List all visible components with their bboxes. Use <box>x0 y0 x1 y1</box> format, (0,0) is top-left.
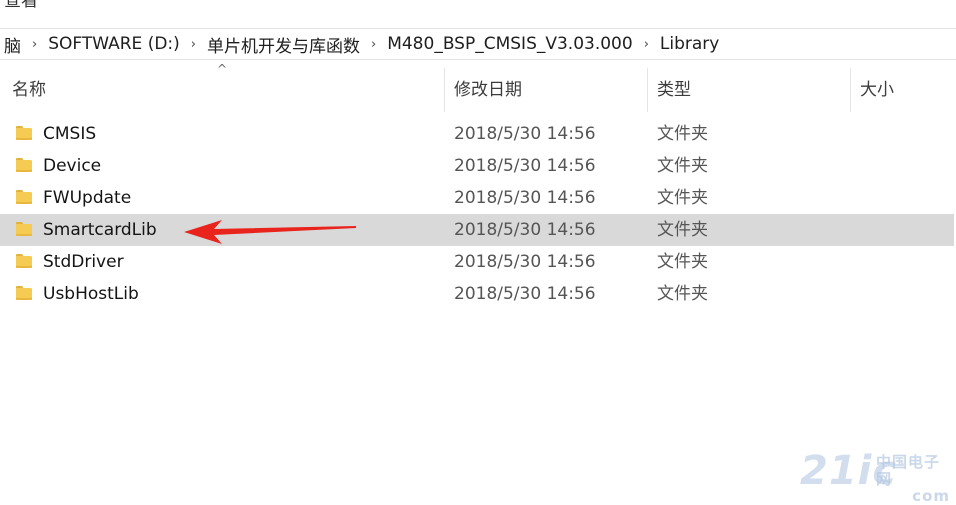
column-header-row: 名称 修改日期 类型 大小 <box>0 68 956 112</box>
file-row[interactable]: Device 2018/5/30 14:56 文件夹 <box>0 150 956 182</box>
red-arrow-icon <box>184 220 356 244</box>
folder-icon <box>16 254 32 268</box>
breadcrumb-folder-lib[interactable]: 单片机开发与库函数 <box>203 32 364 57</box>
file-type: 文件夹 <box>657 252 708 272</box>
column-divider[interactable] <box>850 68 851 112</box>
column-header-size[interactable]: 大小 <box>860 68 894 112</box>
file-type: 文件夹 <box>657 220 708 240</box>
file-date: 2018/5/30 14:56 <box>454 124 596 144</box>
file-name: FWUpdate <box>43 188 132 208</box>
watermark-logo: 21ic 中国电子网 com <box>800 448 950 505</box>
watermark-line1: 中国电子网 <box>876 453 941 488</box>
column-header-type[interactable]: 类型 <box>657 68 691 112</box>
folder-icon <box>16 158 32 172</box>
column-header-date[interactable]: 修改日期 <box>454 68 522 112</box>
breadcrumb-pc[interactable]: 脑 <box>0 32 25 57</box>
file-row[interactable]: UsbHostLib 2018/5/30 14:56 文件夹 <box>0 278 956 310</box>
breadcrumb-folder-library[interactable]: Library <box>656 34 723 54</box>
breadcrumb-chevron-icon[interactable]: › <box>637 37 656 52</box>
file-name: Device <box>43 156 102 176</box>
watermark-line2: com <box>912 487 950 505</box>
file-date: 2018/5/30 14:56 <box>454 284 596 304</box>
watermark-text: 中国电子网 com <box>876 454 950 505</box>
file-type: 文件夹 <box>657 188 708 208</box>
folder-icon <box>16 222 32 236</box>
file-row-selected[interactable]: SmartcardLib 2018/5/30 14:56 文件夹 <box>0 214 954 246</box>
folder-icon <box>16 286 32 300</box>
file-name: StdDriver <box>43 252 124 272</box>
breadcrumb-chevron-icon[interactable]: › <box>25 37 44 52</box>
file-date: 2018/5/30 14:56 <box>454 220 596 240</box>
breadcrumb-folder-bsp[interactable]: M480_BSP_CMSIS_V3.03.000 <box>383 34 637 54</box>
file-date: 2018/5/30 14:56 <box>454 188 596 208</box>
breadcrumb-chevron-icon[interactable]: › <box>364 37 383 52</box>
file-type: 文件夹 <box>657 284 708 304</box>
column-header-name[interactable]: 名称 <box>12 68 46 112</box>
file-type: 文件夹 <box>657 156 708 176</box>
ribbon-tab-view[interactable]: 查看 <box>0 0 38 12</box>
file-name: UsbHostLib <box>43 284 139 304</box>
column-divider[interactable] <box>647 68 648 112</box>
breadcrumb-drive[interactable]: SOFTWARE (D:) <box>44 34 184 54</box>
column-divider[interactable] <box>444 68 445 112</box>
file-list: CMSIS 2018/5/30 14:56 文件夹 Device 2018/5/… <box>0 118 956 310</box>
file-type: 文件夹 <box>657 124 708 144</box>
breadcrumb-chevron-icon[interactable]: › <box>184 37 203 52</box>
file-name: SmartcardLib <box>43 220 157 240</box>
file-row[interactable]: StdDriver 2018/5/30 14:56 文件夹 <box>0 246 956 278</box>
address-bar[interactable]: 脑 › SOFTWARE (D:) › 单片机开发与库函数 › M480_BSP… <box>0 28 956 60</box>
file-name: CMSIS <box>43 124 97 144</box>
file-row[interactable]: CMSIS 2018/5/30 14:56 文件夹 <box>0 118 956 150</box>
file-date: 2018/5/30 14:56 <box>454 252 596 272</box>
file-row[interactable]: FWUpdate 2018/5/30 14:56 文件夹 <box>0 182 956 214</box>
folder-icon <box>16 126 32 140</box>
folder-icon <box>16 190 32 204</box>
file-date: 2018/5/30 14:56 <box>454 156 596 176</box>
